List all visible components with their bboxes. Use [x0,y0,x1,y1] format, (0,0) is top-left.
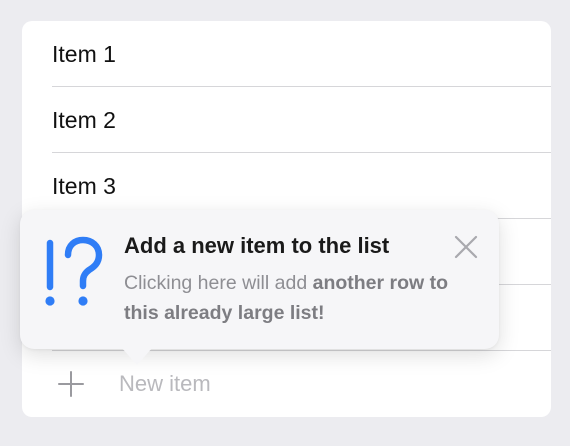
plus-icon [58,371,84,397]
tooltip-arrow [121,347,153,365]
add-item-button[interactable]: New item [22,351,551,417]
list-item[interactable]: Item 2 [52,87,551,153]
tooltip-popover: Add a new item to the list Clicking here… [20,210,499,365]
tooltip-body-text: Clicking here will add [124,272,313,294]
tooltip-body: Clicking here will add another row to th… [124,268,484,328]
list-item[interactable]: Item 1 [52,21,551,87]
list-item-label: Item 2 [52,107,116,133]
add-item-label: New item [119,371,211,396]
tooltip-title: Add a new item to the list [124,233,390,258]
list-item-label: Item 1 [52,41,116,67]
close-icon[interactable] [453,234,479,260]
list-item-label: Item 3 [52,173,116,199]
exclamation-question-icon [45,236,103,306]
